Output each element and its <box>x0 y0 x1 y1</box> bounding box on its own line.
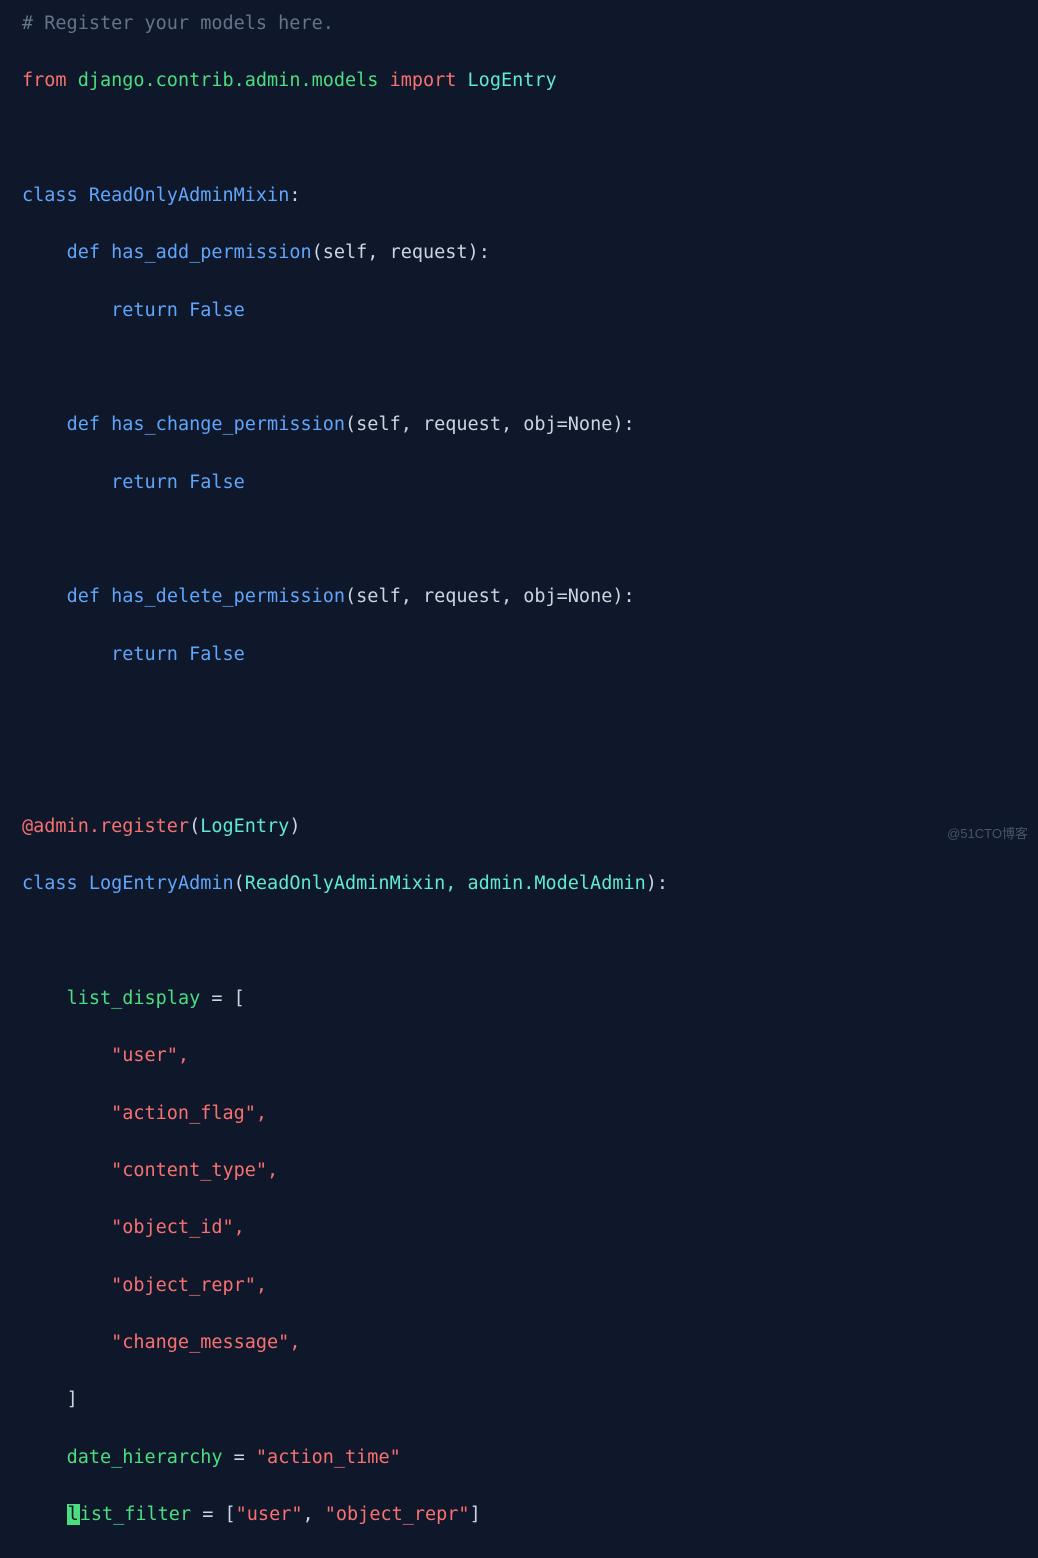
list-item: "user", <box>111 1045 189 1066</box>
method-has-delete: has_delete_permission <box>111 586 345 607</box>
decorator-arg: LogEntry <box>200 816 289 837</box>
list-item: "change_message", <box>111 1332 300 1353</box>
list-filter-item: "object_repr" <box>325 1504 470 1525</box>
class-bases: ReadOnlyAdminMixin, admin.ModelAdmin <box>245 873 646 894</box>
list-item: "object_id", <box>111 1217 245 1238</box>
def-keyword: def <box>67 242 100 263</box>
class-name-mixin: ReadOnlyAdminMixin <box>89 185 289 206</box>
return-keyword: return <box>111 300 178 321</box>
list-item: "action_flag", <box>111 1103 267 1124</box>
code-editor[interactable]: # Register your models here. from django… <box>22 10 1016 1558</box>
comment-line: # Register your models here. <box>22 13 334 34</box>
import-module: django.contrib.admin.models <box>78 70 379 91</box>
class-keyword: class <box>22 185 78 206</box>
return-value: False <box>189 300 245 321</box>
var-list-filter: ist_filter <box>80 1504 191 1525</box>
class-name-admin: LogEntryAdmin <box>89 873 234 894</box>
list-filter-item: "user" <box>236 1504 303 1525</box>
def-keyword: def <box>67 586 100 607</box>
return-keyword: return <box>111 472 178 493</box>
decorator-name: admin.register <box>33 816 189 837</box>
return-value: False <box>189 644 245 665</box>
method-has-change: has_change_permission <box>111 414 345 435</box>
decorator-at: @ <box>22 816 33 837</box>
method-params: (self, request) <box>312 242 479 263</box>
list-item: "content_type", <box>111 1160 278 1181</box>
return-value: False <box>189 472 245 493</box>
list-item: "object_repr", <box>111 1275 267 1296</box>
import-keyword: import <box>390 70 457 91</box>
method-params: (self, request, obj=None) <box>345 414 623 435</box>
return-keyword: return <box>111 644 178 665</box>
date-hierarchy-value: "action_time" <box>256 1447 401 1468</box>
class-keyword: class <box>22 873 78 894</box>
text-cursor: l <box>67 1504 80 1525</box>
method-params: (self, request, obj=None) <box>345 586 623 607</box>
import-name: LogEntry <box>468 70 557 91</box>
from-keyword: from <box>22 70 67 91</box>
def-keyword: def <box>67 414 100 435</box>
watermark: @51CTO博客 <box>947 824 1028 844</box>
var-date-hierarchy: date_hierarchy <box>67 1447 223 1468</box>
method-has-add: has_add_permission <box>111 242 311 263</box>
var-list-display: list_display <box>67 988 201 1009</box>
